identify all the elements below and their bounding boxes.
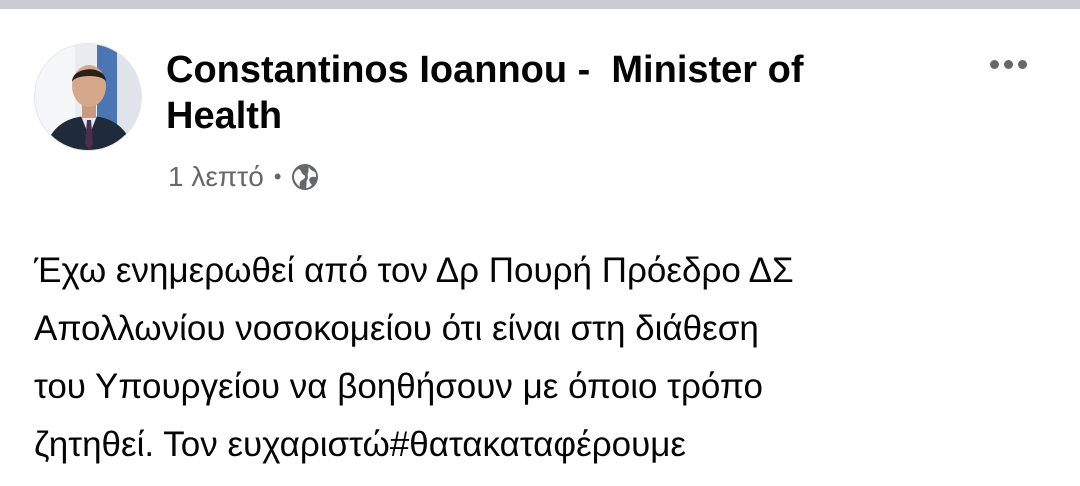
more-options-dot (1003, 59, 1013, 69)
more-options-dot (1017, 59, 1027, 69)
avatar-photo (35, 44, 141, 150)
post-meta: 1 λεπτό • (168, 157, 320, 197)
more-options-icon (989, 59, 999, 69)
more-options-button[interactable] (978, 49, 1038, 79)
top-divider (0, 0, 1080, 9)
post-body-text: Έχω ενημερωθεί από τον Δρ Πουρή Πρόεδρο … (34, 251, 794, 464)
post-timestamp[interactable]: 1 λεπτό (168, 161, 264, 193)
globe-icon[interactable] (290, 162, 320, 192)
author-avatar[interactable] (34, 43, 142, 151)
facebook-post: Constantinos Ioannou - Minister of Healt… (0, 9, 1080, 486)
post-author-name[interactable]: Constantinos Ioannou - Minister of Healt… (166, 47, 926, 139)
meta-separator: • (273, 164, 282, 189)
